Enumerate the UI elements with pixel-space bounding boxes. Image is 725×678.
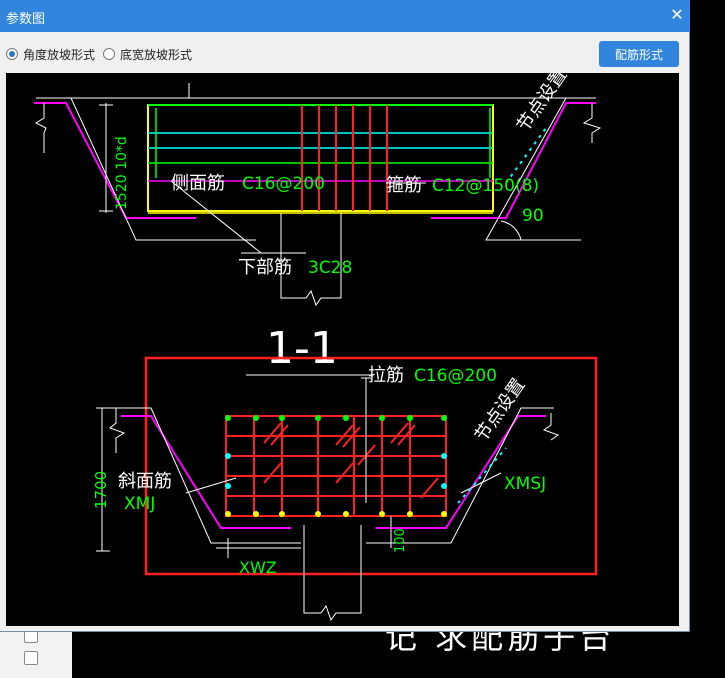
background-cad-area-bottom — [0, 632, 725, 677]
checkbox[interactable] — [24, 651, 38, 665]
title-bar: 参数图 ✕ — [0, 0, 690, 32]
bottom-width-value: XWZ — [239, 558, 277, 577]
section-title: 1-1 — [266, 323, 338, 374]
option-width-slope[interactable]: 底宽放坡形式 — [103, 46, 192, 63]
top-dim-vertical: 1520 10*d — [114, 136, 130, 210]
radio-angle-slope[interactable] — [6, 48, 18, 60]
side-rebar-value: C16@200 — [242, 174, 325, 194]
tie-label: 拉筋 — [368, 365, 404, 386]
rebar-dots — [225, 415, 447, 517]
dialog-title: 参数图 — [6, 12, 46, 27]
option-angle-slope-label: 角度放坡形式 — [23, 47, 96, 62]
stirrup-value: C12@150(8) — [432, 176, 539, 196]
stirrup-label: 箍筋 — [386, 175, 422, 196]
bottom-rebar-label: 下部筋 — [238, 257, 292, 278]
slope-form-options: 角度放坡形式 底宽放坡形式 — [6, 44, 200, 64]
slope-rebar-label: 斜面筋 — [118, 471, 172, 492]
tie-value: C16@200 — [414, 366, 497, 386]
option-angle-slope[interactable]: 角度放坡形式 — [6, 46, 95, 63]
parameter-drawing: 1520 10*d 侧面筋 C16@200 箍筋 C12@150(8) 下部筋 … — [6, 73, 679, 626]
close-icon[interactable]: ✕ — [668, 6, 686, 24]
bottom-rebar-value: 3C28 — [308, 258, 352, 278]
bottom-dim-small: 100 — [393, 528, 408, 553]
slope-rebar-value: XMJ — [124, 494, 155, 514]
side-rebar-label: 侧面筋 — [171, 173, 225, 194]
background-cad-area — [690, 0, 725, 677]
option-width-slope-label: 底宽放坡形式 — [120, 47, 193, 62]
parameter-dialog: 参数图 ✕ 角度放坡形式 底宽放坡形式 配筋形式 1520 10*d 侧面筋 C… — [0, 0, 690, 632]
bottom-dim-height: 1700 — [92, 471, 110, 509]
config-rebar-button[interactable]: 配筋形式 — [599, 41, 679, 67]
radio-width-slope[interactable] — [103, 48, 116, 60]
right-slope-value: XMSJ — [504, 474, 546, 494]
angle-value: 90 — [522, 206, 544, 226]
